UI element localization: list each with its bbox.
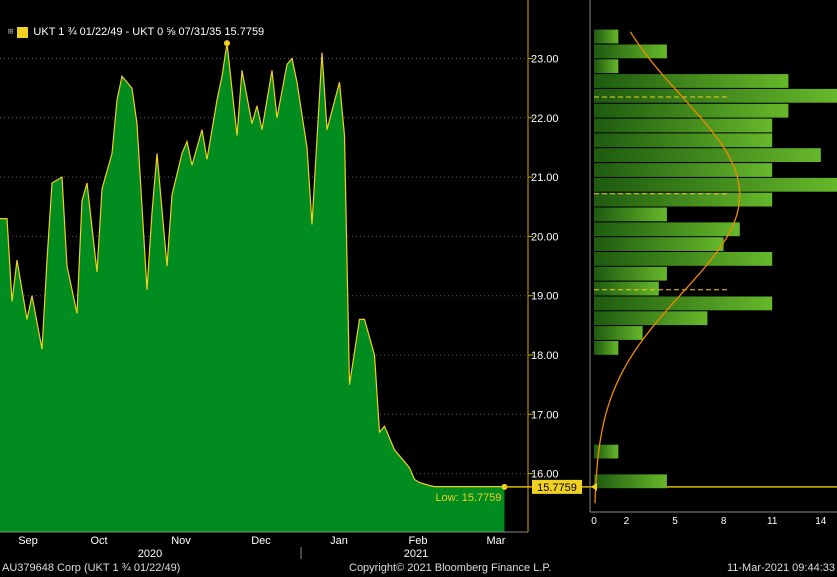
expand-icon[interactable]: ⊞ [8, 27, 13, 37]
hist-bar [594, 252, 773, 266]
y-tick-label: 16.00 [531, 469, 559, 481]
footer-timestamp: 11-Mar-2021 09:44:33 [726, 562, 835, 574]
hist-bar [594, 326, 643, 340]
legend-swatch [17, 26, 29, 38]
hist-bar [594, 474, 667, 489]
price-area [0, 43, 505, 532]
footer-copyright: Copyright© 2021 Bloomberg Finance L.P. [349, 562, 552, 574]
x-tick-label: Mar [487, 535, 506, 547]
hist-bar [594, 74, 789, 88]
hist-x-tick-label: 5 [672, 516, 678, 527]
y-axis: 16.00 17.00 18.00 19.00 20.00 21.00 22.00 23.00 [527, 0, 559, 532]
hist-bar [594, 133, 773, 148]
hist-bar [594, 207, 667, 222]
x-year-label: 2020 [138, 548, 162, 560]
hist-bar [594, 311, 708, 326]
hist-bar [594, 59, 619, 74]
hist-bar [594, 118, 773, 133]
y-tick-label: 17.00 [531, 409, 559, 421]
hist-bar [594, 281, 659, 296]
last-price-tag-label: 15.7759 [537, 482, 577, 494]
hist-x-tick-label: 8 [721, 516, 727, 527]
hist-x-tick-label: 11 [767, 516, 778, 527]
hist-bar [594, 341, 619, 355]
series-area [0, 43, 505, 532]
y-tick-label: 19.00 [531, 291, 559, 303]
x-tick-label: Dec [251, 535, 271, 547]
hist-bar [594, 88, 837, 103]
chart-legend[interactable]: ⊞ UKT 1 ¾ 01/22/49 - UKT 0 ⅝ 07/31/35 15… [6, 24, 269, 40]
hist-bar [594, 177, 837, 192]
x-year-label: 2021 [404, 548, 428, 560]
hist-x-tick-label: 2 [624, 516, 630, 527]
hist-bar [594, 163, 773, 177]
y-tick-label: 22.00 [531, 113, 559, 125]
y-tick-label: 20.00 [531, 231, 559, 243]
x-tick-label: Feb [409, 535, 428, 547]
x-tick-label: Nov [171, 535, 191, 547]
hist-bar [594, 296, 773, 311]
footer-bar: AU379648 Corp (UKT 1 ¾ 01/22/49) Copyrig… [0, 560, 837, 577]
hist-bar [594, 44, 667, 59]
y-tick-label: 18.00 [531, 350, 559, 362]
hist-bar [594, 148, 821, 162]
footer-security: AU379648 Corp (UKT 1 ¾ 01/22/49) [2, 562, 181, 574]
y-tick-label: 23.00 [531, 54, 559, 66]
x-tick-label: Oct [90, 535, 107, 547]
x-axis: Sep Oct Nov Dec Jan Feb Mar 2020 2021 [0, 531, 528, 560]
x-tick-label: Jan [330, 535, 348, 547]
hist-bar [594, 237, 724, 251]
hist-x-tick-label: 14 [815, 516, 827, 527]
hist-bar [594, 192, 773, 207]
distribution-histogram: 0 2 5 8 11 14 [589, 0, 837, 527]
hist-bar [594, 29, 619, 44]
y-tick-label: 21.00 [531, 172, 559, 184]
x-tick-label: Sep [18, 535, 38, 547]
hist-bar [594, 222, 740, 237]
hist-x-tick-label: 0 [591, 516, 597, 527]
chart-canvas: 16.00 17.00 18.00 19.00 20.00 21.00 22.00 23.00… [0, 0, 837, 560]
legend-text: UKT 1 ¾ 01/22/49 - UKT 0 ⅝ 07/31/35 15.7… [33, 26, 265, 38]
low-label: Low: 15.7759 [435, 492, 501, 504]
hist-bar [594, 266, 667, 281]
